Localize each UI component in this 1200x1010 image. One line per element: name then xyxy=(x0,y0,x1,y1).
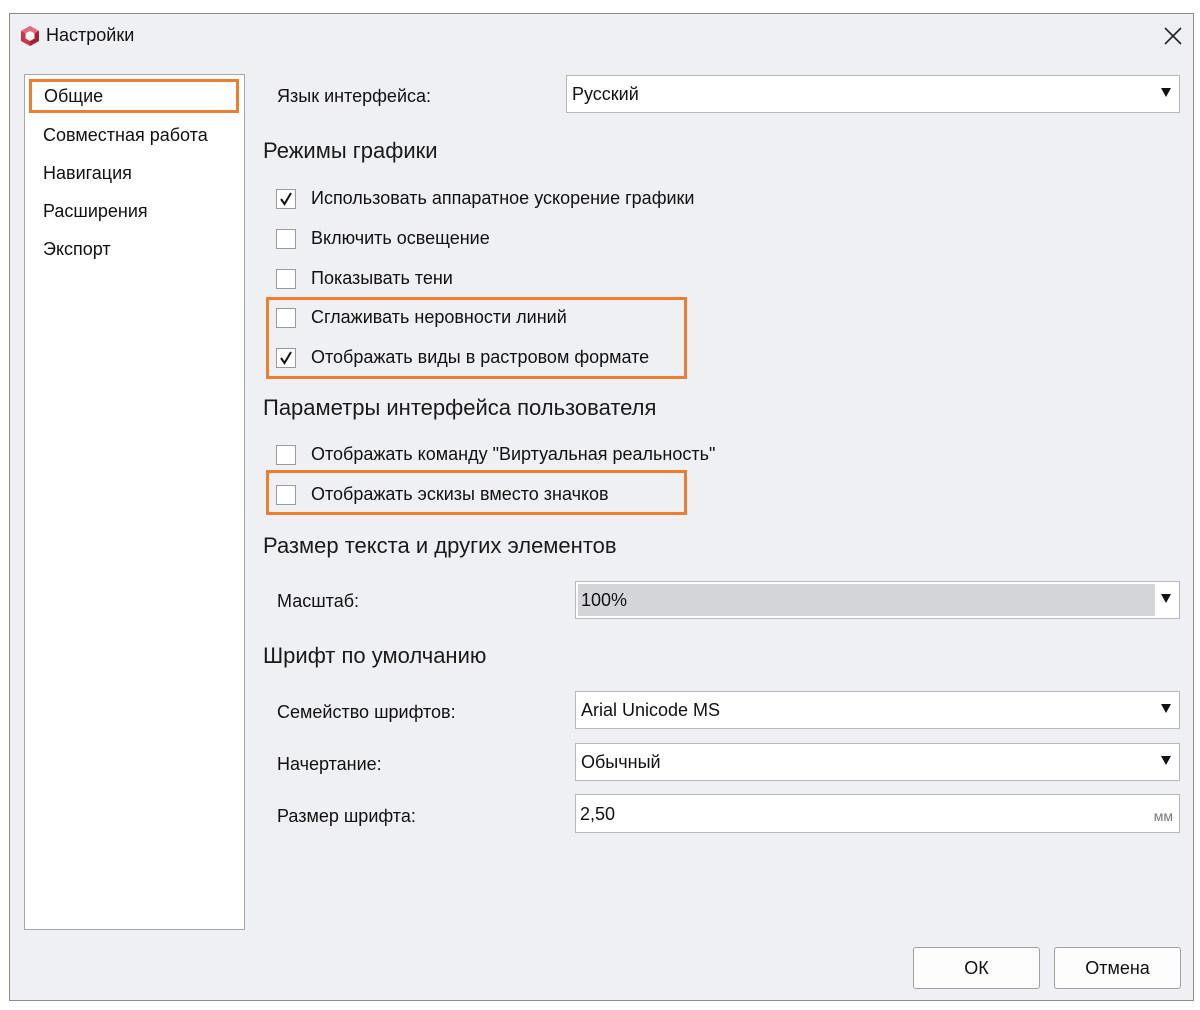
font-style-dropdown[interactable]: Обычный xyxy=(575,743,1180,781)
checkbox-label: Отображать эскизы вместо значков xyxy=(311,484,609,504)
sidebar-item-extensions[interactable]: Расширения xyxy=(43,201,148,222)
sidebar-item-export[interactable]: Экспорт xyxy=(43,239,111,260)
settings-dialog: Настройки Общие Совместная работа Навига… xyxy=(9,13,1194,1001)
scale-value: 100% xyxy=(581,590,628,610)
scale-selection-fill xyxy=(578,584,1155,616)
app-cube-icon xyxy=(19,25,41,47)
checkbox-label: Включить освещение xyxy=(311,228,490,248)
checkbox-label: Показывать тени xyxy=(311,268,453,288)
checkbox[interactable] xyxy=(276,348,296,368)
sidebar-item-general[interactable]: Общие xyxy=(29,79,239,113)
scale-label: Масштаб: xyxy=(277,591,360,611)
language-dropdown[interactable]: Русский xyxy=(566,75,1180,113)
checkbox[interactable] xyxy=(276,445,296,465)
font-family-dropdown[interactable]: Arial Unicode MS xyxy=(575,691,1180,729)
font-family-value: Arial Unicode MS xyxy=(581,700,721,720)
ui-params-section-title: Параметры интерфейса пользователя xyxy=(263,395,657,420)
ok-button[interactable]: ОК xyxy=(913,947,1040,989)
text-size-section-title: Размер текста и других элементов xyxy=(263,533,617,558)
checkbox-label: Использовать аппаратное ускорение график… xyxy=(311,188,695,208)
checkbox[interactable] xyxy=(276,485,296,505)
font-size-label: Размер шрифта: xyxy=(277,806,416,826)
cancel-button[interactable]: Отмена xyxy=(1054,947,1181,989)
checkbox[interactable] xyxy=(276,189,296,209)
dropdown-arrow-icon xyxy=(1161,704,1171,713)
graphics-section-title: Режимы графики xyxy=(263,138,438,163)
sidebar-item-collaboration[interactable]: Совместная работа xyxy=(43,125,208,146)
checkbox-label: Отображать команду "Виртуальная реальнос… xyxy=(311,444,716,464)
close-icon[interactable] xyxy=(1157,20,1189,52)
checkbox[interactable] xyxy=(276,229,296,249)
font-size-input[interactable]: 2,50 мм xyxy=(575,794,1180,833)
title-bar: Настройки xyxy=(10,14,1193,58)
checkbox-label: Отображать виды в растровом формате xyxy=(311,347,650,367)
window-title: Настройки xyxy=(46,25,135,45)
font-size-unit: мм xyxy=(1153,808,1173,824)
sidebar-item-navigation[interactable]: Навигация xyxy=(43,163,132,184)
dropdown-arrow-icon xyxy=(1161,756,1171,765)
font-style-label: Начертание: xyxy=(277,754,382,774)
font-family-label: Семейство шрифтов: xyxy=(277,702,456,722)
dropdown-arrow-icon xyxy=(1161,88,1171,97)
language-value: Русский xyxy=(572,84,639,104)
sidebar: Общие Совместная работа Навигация Расшир… xyxy=(24,74,245,930)
font-section-title: Шрифт по умолчанию xyxy=(263,643,487,668)
checkbox[interactable] xyxy=(276,269,296,289)
checkbox-label: Сглаживать неровности линий xyxy=(311,307,567,327)
dropdown-arrow-icon xyxy=(1161,594,1171,603)
language-label: Язык интерфейса: xyxy=(277,86,432,106)
font-style-value: Обычный xyxy=(581,752,661,772)
scale-dropdown[interactable]: 100% xyxy=(575,581,1180,619)
checkbox[interactable] xyxy=(276,308,296,328)
font-size-value[interactable]: 2,50 xyxy=(580,804,615,825)
